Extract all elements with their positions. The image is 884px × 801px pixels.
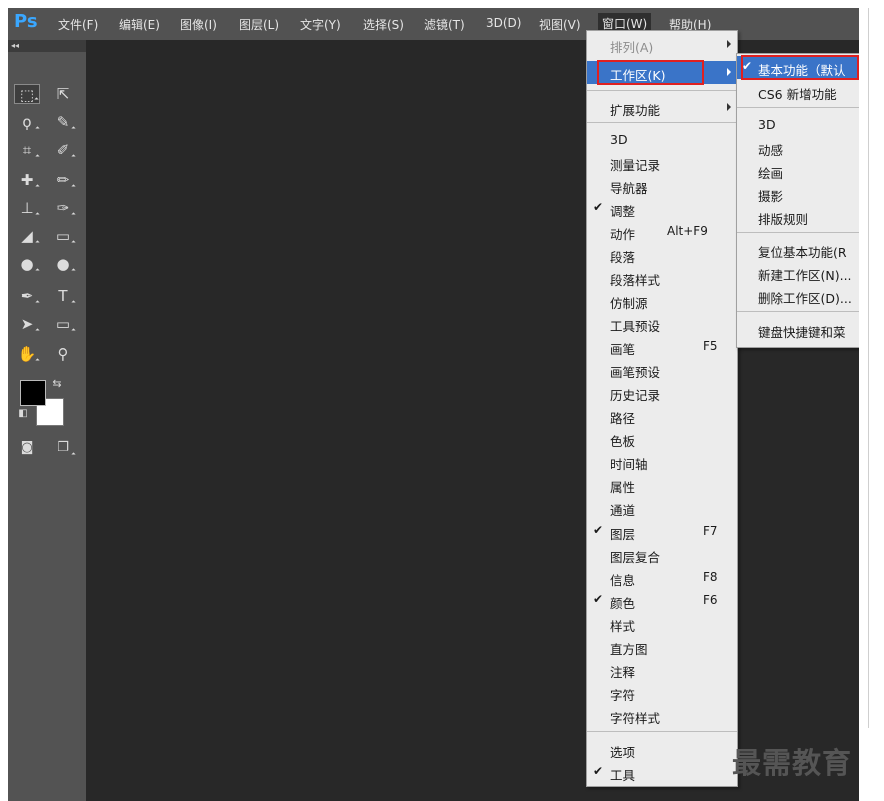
submenu-item-reset-essentials[interactable]: 复位基本功能(R [737,238,860,261]
checkmark-icon: ✔ [593,523,604,537]
menu-item-layers[interactable]: ✔ 图层 F7 [587,520,737,543]
menu-item-paragraph-styles[interactable]: 段落样式 [587,266,737,289]
menu-item-measurement-log[interactable]: 测量记录 [587,151,737,174]
menu-separator [587,90,737,91]
annotation-highlight-box [741,55,859,80]
menu-item-tool-presets[interactable]: 工具预设 [587,312,737,335]
menu-select[interactable]: 选择(S) [363,16,404,33]
menu-item-info[interactable]: 信息 F8 [587,566,737,589]
pen-icon[interactable]: ✒ [14,286,40,306]
collapse-icon[interactable]: ◂◂ [8,40,86,52]
menu-item-paths[interactable]: 路径 [587,404,737,427]
menu-separator [737,311,860,312]
checkmark-icon: ✔ [593,764,604,778]
menu-item-adjustments[interactable]: ✔ 调整 [587,197,737,220]
rectangle-shape-icon[interactable]: ▭ [50,314,76,334]
menu-separator [587,122,737,123]
checkmark-icon: ✔ [593,200,604,214]
default-colors-icon[interactable]: ◧ [14,404,32,424]
menu-item-arrange[interactable]: 排列(A) [587,33,737,56]
submenu-item-painting[interactable]: 绘画 [737,159,860,182]
menu-type[interactable]: 文字(Y) [300,16,341,33]
page-divider [868,8,869,728]
menu-item-history[interactable]: 历史记录 [587,381,737,404]
chevron-right-icon [727,68,731,76]
menu-item-actions[interactable]: 动作 Alt+F9 [587,220,737,243]
menu-item-navigator[interactable]: 导航器 [587,174,737,197]
window-dropdown-menu: 排列(A) 工作区(K) 扩展功能 3D 测量记录 导航器 ✔ 调整 动作 Alt+… [586,30,738,787]
submenu-item-motion[interactable]: 动感 [737,136,860,159]
menu-item-brush-presets[interactable]: 画笔预设 [587,358,737,381]
menu-item-brush[interactable]: 画笔 F5 [587,335,737,358]
checkmark-icon: ✔ [593,592,604,606]
page-margin [859,0,884,801]
submenu-item-photography[interactable]: 摄影 [737,182,860,205]
menu-item-notes[interactable]: 注释 [587,658,737,681]
gradient-icon[interactable]: ▭ [50,226,76,246]
menu-item-extensions[interactable]: 扩展功能 [587,96,737,119]
menu-item-options[interactable]: 选项 [587,738,737,761]
menu-edit[interactable]: 编辑(E) [119,16,160,33]
clone-stamp-icon[interactable]: ⊥ [14,198,40,218]
history-brush-icon[interactable]: ✑ [50,198,76,218]
dodge-icon[interactable]: ● [50,254,76,274]
ps-logo: Ps [14,11,38,32]
foreground-color-swatch[interactable] [20,380,46,406]
path-selection-icon[interactable]: ➤ [14,314,40,334]
menu-item-character[interactable]: 字符 [587,681,737,704]
menu-item-swatches[interactable]: 色板 [587,427,737,450]
menu-view[interactable]: 视图(V) [539,16,581,33]
submenu-item-3d[interactable]: 3D [737,113,860,136]
menu-separator [737,232,860,233]
screen-mode-icon[interactable]: ❐ [50,438,76,458]
menu-item-channels[interactable]: 通道 [587,496,737,519]
menu-separator [737,107,860,108]
move-icon[interactable]: ⇱ [50,84,76,104]
menu-item-properties[interactable]: 属性 [587,473,737,496]
menu-item-3d[interactable]: 3D [587,128,737,151]
watermark-text: 最需教育 [732,746,853,780]
tools-panel: ◂◂ ⬚ ⇱ ϙ ✎ ⌗ ✐ ✚ ✏ ⊥ ✑ ◢ ▭ ● ● ✒ T ➤ ▭ ✋… [8,40,86,801]
workspace-submenu: ✔ 基本功能（默认 CS6 新增功能 3D 动感 绘画 摄影 排版规则 复位基本功… [736,53,861,348]
zoom-icon[interactable]: ⚲ [50,344,76,364]
swap-colors-icon[interactable]: ⇆ [48,374,66,394]
menu-item-layer-comps[interactable]: 图层复合 [587,543,737,566]
menu-item-character-styles[interactable]: 字符样式 [587,704,737,727]
spot-healing-icon[interactable]: ✚ [14,170,40,190]
quick-mask-icon[interactable]: ◙ [14,438,40,458]
submenu-item-new-workspace[interactable]: 新建工作区(N)... [737,261,860,284]
lasso-icon[interactable]: ϙ [14,112,40,132]
menu-image[interactable]: 图像(I) [180,16,217,33]
menu-layer[interactable]: 图层(L) [239,16,279,33]
crop-icon[interactable]: ⌗ [14,140,40,160]
menu-item-timeline[interactable]: 时间轴 [587,450,737,473]
menu-filter[interactable]: 滤镜(T) [424,16,465,33]
menu-item-histogram[interactable]: 直方图 [587,635,737,658]
submenu-item-typography[interactable]: 排版规则 [737,205,860,228]
eyedropper-icon[interactable]: ✐ [50,140,76,160]
submenu-item-keyboard-shortcuts[interactable]: 键盘快捷键和菜 [737,318,860,341]
menu-3d[interactable]: 3D(D) [486,16,521,30]
eraser-icon[interactable]: ◢ [14,226,40,246]
submenu-item-delete-workspace[interactable]: 删除工作区(D)... [737,284,860,307]
rectangular-marquee-icon[interactable]: ⬚ [14,84,40,104]
menu-item-paragraph[interactable]: 段落 [587,243,737,266]
annotation-highlight-box [597,60,704,85]
brush-icon[interactable]: ✏ [50,170,76,190]
chevron-right-icon [727,103,731,111]
submenu-item-cs6-new[interactable]: CS6 新增功能 [737,80,860,103]
menu-item-tools[interactable]: ✔ 工具 [587,761,737,784]
menu-item-styles[interactable]: 样式 [587,612,737,635]
blur-icon[interactable]: ● [14,254,40,274]
menu-separator [587,731,737,732]
menu-file[interactable]: 文件(F) [58,16,98,33]
hand-icon[interactable]: ✋ [14,344,40,364]
chevron-right-icon [727,40,731,48]
menu-item-color[interactable]: ✔ 颜色 F6 [587,589,737,612]
menu-item-clone-source[interactable]: 仿制源 [587,289,737,312]
type-icon[interactable]: T [50,286,76,306]
quick-selection-icon[interactable]: ✎ [50,112,76,132]
